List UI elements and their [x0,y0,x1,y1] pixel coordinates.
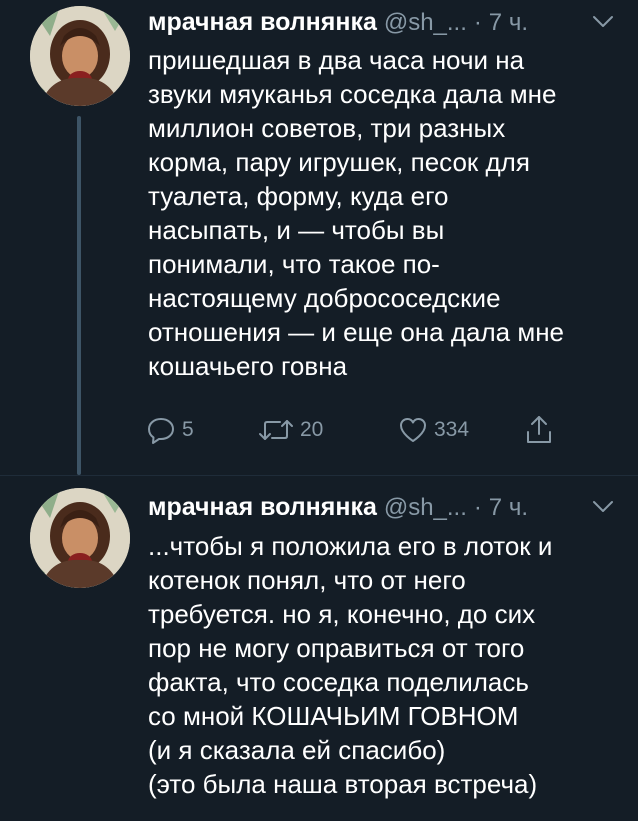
share-button[interactable] [524,413,554,447]
avatar-image [30,488,130,588]
tweet-actions: 5 20 334 [146,413,616,447]
author-name[interactable]: мрачная волнянка [148,493,377,521]
retweet-button[interactable]: 20 [258,413,323,447]
tweet-header: мрачная волнянка @sh_... · 7 ч. [148,490,528,524]
author-handle[interactable]: @sh_... [384,9,467,36]
timestamp[interactable]: 7 ч. [489,494,528,521]
author-handle[interactable]: @sh_... [384,494,467,521]
author-name[interactable]: мрачная волнянка [148,8,377,36]
like-button[interactable]: 334 [398,413,469,447]
avatar[interactable] [30,488,130,588]
tweet-text: ...чтобы я положила его в лоток и котено… [148,531,553,799]
tweet[interactable]: мрачная волнянка @sh_... · 7 ч. пришедша… [0,0,638,475]
avatar[interactable] [30,6,130,106]
retweet-count: 20 [300,418,324,441]
reply-count: 5 [182,418,194,441]
chevron-down-icon[interactable] [592,500,614,514]
tweet-text: пришедшая в два часа ночи на звуки мяука… [148,45,565,381]
retweet-icon [258,415,294,445]
timestamp[interactable]: 7 ч. [489,9,528,36]
tweet-header: мрачная волнянка @sh_... · 7 ч. [148,5,528,39]
avatar-image [30,6,130,106]
separator-dot: · [473,494,482,521]
share-icon [524,414,554,446]
heart-icon [398,415,428,445]
separator-dot: · [473,9,482,36]
chevron-down-icon[interactable] [592,15,614,29]
like-count: 334 [434,418,470,441]
tweet[interactable]: мрачная волнянка @sh_... · 7 ч. ...чтобы… [0,475,638,821]
reply-icon [146,415,176,445]
thread-connector [77,116,81,475]
reply-button[interactable]: 5 [146,413,194,447]
